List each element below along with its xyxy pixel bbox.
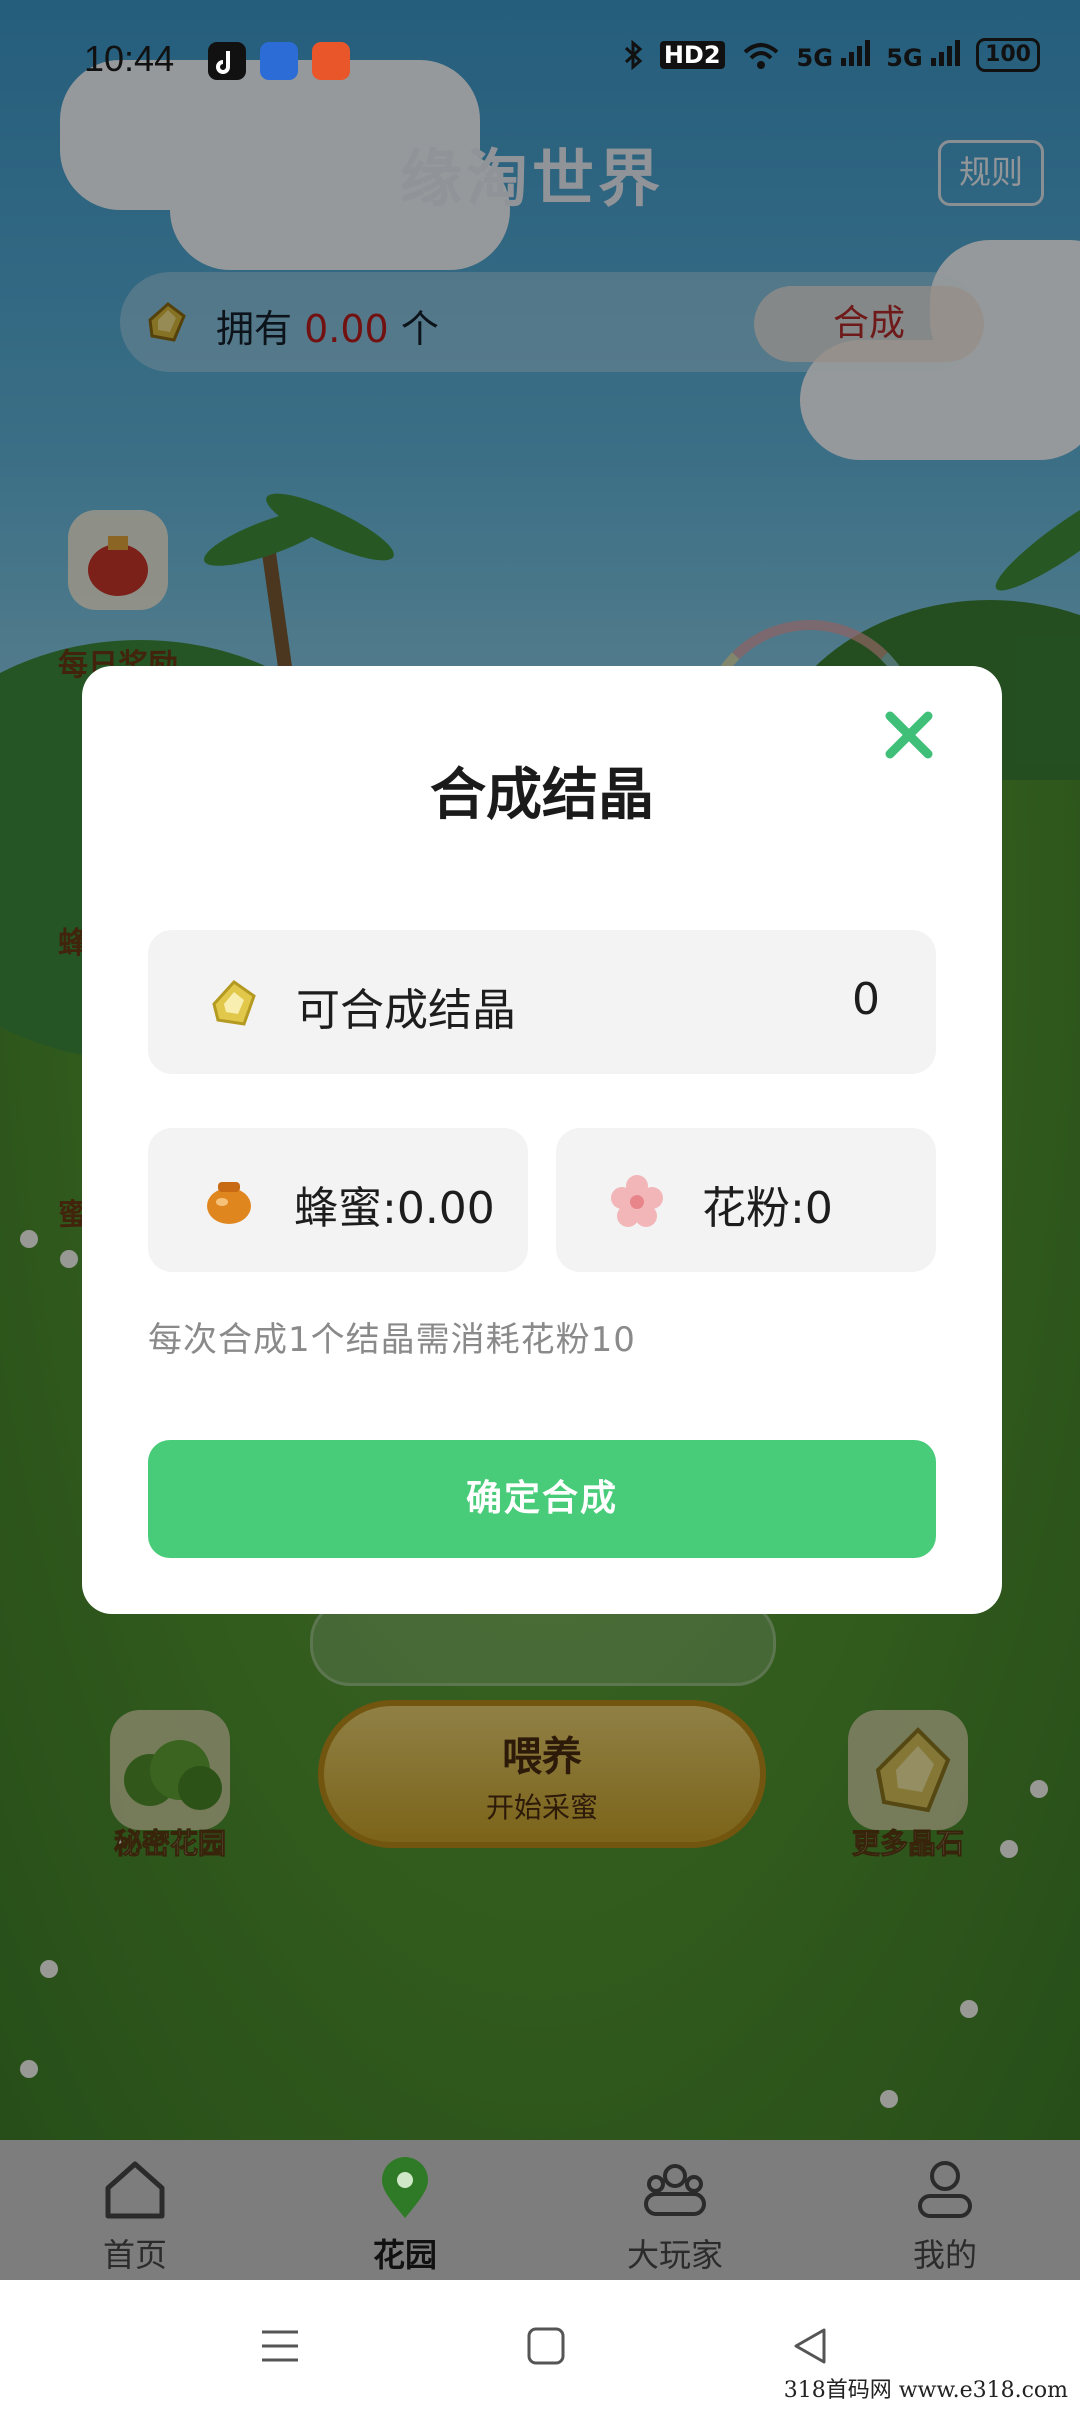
mergeable-crystal-card: 可合成结晶 0 [148, 930, 936, 1074]
honey-card: 蜂蜜:0.00 [148, 1128, 528, 1272]
tab-profile[interactable]: 我的 [810, 2140, 1080, 2280]
dialog-title: 合成结晶 [430, 763, 654, 828]
app-notification-icon [260, 42, 298, 80]
tab-label: 花园 [372, 2236, 437, 2274]
pollen-label: 花粉:0 [702, 1183, 833, 1234]
watermark: 318首码网 www.e318.com [783, 2378, 1068, 2403]
back-icon[interactable] [790, 2324, 830, 2368]
bluetooth-icon [624, 39, 643, 71]
clock: 10:44 [84, 38, 175, 79]
honey-label: 蜂蜜:0.00 [294, 1183, 495, 1234]
tab-label: 大玩家 [626, 2236, 723, 2274]
hd-icon: HD2 [659, 41, 725, 69]
crystal-icon [212, 980, 256, 1026]
home-icon [105, 2161, 165, 2219]
status-icons: HD2 5G 5G 100 [622, 38, 1040, 72]
profile-icon [918, 2161, 972, 2218]
crystal-value: 0 [852, 974, 880, 1025]
pollen-card: 花粉:0 [556, 1128, 936, 1272]
system-navigation-bar: 318首码网 www.e318.com [0, 2280, 1080, 2412]
menu-icon[interactable] [258, 2324, 302, 2368]
tab-label: 我的 [912, 2236, 977, 2274]
status-bar: 10:44 HD2 5G 5G 100 [0, 0, 1080, 120]
tab-home[interactable]: 首页 [0, 2140, 270, 2280]
app-notification-icon [312, 42, 350, 80]
tab-garden[interactable]: 花园 [270, 2140, 540, 2280]
honey-pot-icon [207, 1182, 251, 1224]
merge-cost-note: 每次合成1个结晶需消耗花粉10 [148, 1320, 636, 1360]
network-type: 5G [886, 44, 923, 72]
tiktok-icon [208, 42, 246, 80]
network-type: 5G [796, 44, 833, 72]
wifi-icon [743, 43, 778, 69]
confirm-merge-button[interactable]: 确定合成 [148, 1440, 936, 1558]
players-icon [644, 2164, 706, 2216]
tab-players[interactable]: 大玩家 [540, 2140, 810, 2280]
signal-icon: 5G [886, 38, 961, 72]
garden-location-icon [382, 2157, 428, 2218]
battery-icon: 100 [976, 38, 1040, 72]
crystal-label: 可合成结晶 [296, 985, 516, 1036]
signal-icon: 5G [797, 38, 871, 72]
flower-icon [611, 1175, 663, 1227]
bottom-tab-bar: 首页 花园 大玩家 我的 [0, 2140, 1080, 2280]
home-square-icon[interactable] [526, 2324, 566, 2368]
tab-label: 首页 [102, 2236, 167, 2274]
merge-crystal-dialog: 合成结晶 可合成结晶 0 蜂蜜:0.00 花粉:0 每次合成1个结晶需消耗花粉1… [82, 666, 1002, 1614]
